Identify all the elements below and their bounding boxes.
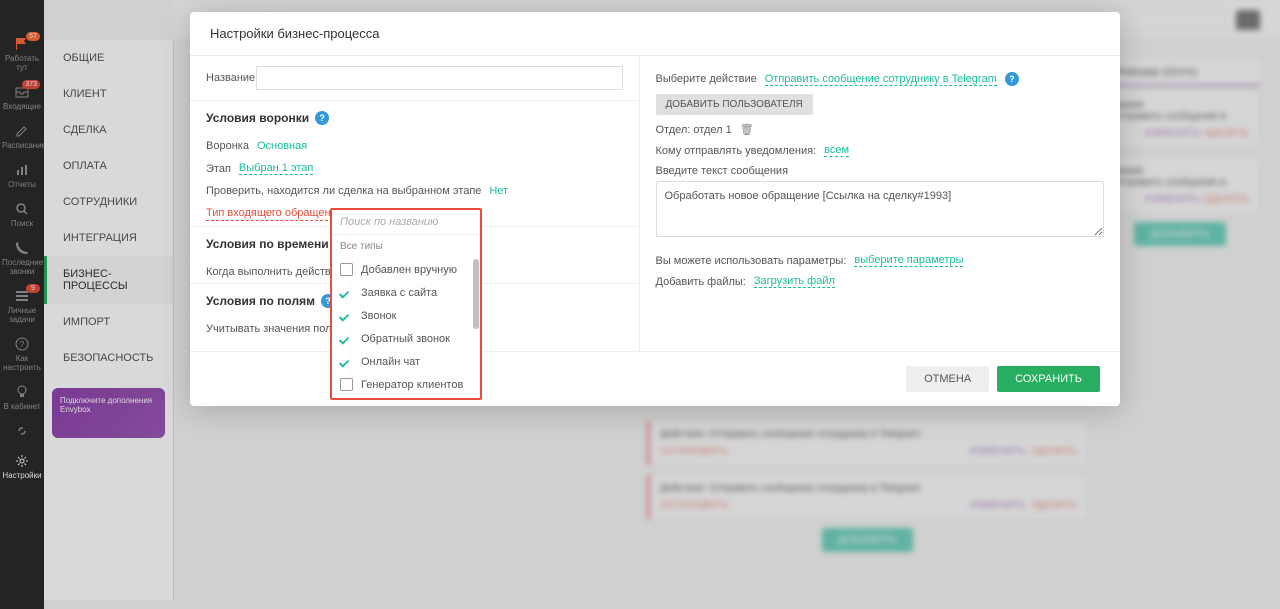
funnel-value[interactable]: Основная [257, 140, 307, 152]
params-label: Вы можете использовать параметры: [656, 255, 847, 267]
dropdown-item[interactable]: Квизы [332, 396, 480, 398]
msg-label: Введите текст сообщения [656, 165, 789, 177]
action-value[interactable]: Отправить сообщение сотруднику в Telegra… [765, 73, 997, 86]
name-input[interactable] [256, 66, 623, 90]
check-label: Проверить, находится ли сделка на выбран… [206, 185, 481, 197]
cancel-button[interactable]: ОТМЕНА [906, 366, 989, 392]
dropdown-item[interactable]: Обратный звонок [332, 327, 480, 350]
files-link[interactable]: Загрузить файл [754, 275, 835, 288]
checkmark-icon [340, 355, 353, 368]
who-label: Кому отправлять уведомления: [656, 145, 817, 157]
modal-right: Выберите действие Отправить сообщение со… [640, 56, 1121, 351]
type-dropdown: Все типы Добавлен вручную Заявка с сайта… [330, 208, 482, 400]
funnel-label: Воронка [206, 140, 249, 152]
funnel-section-header: Условия воронки ? [190, 101, 639, 135]
dept-label: Отдел: отдел 1 [656, 124, 732, 136]
stage-value[interactable]: Выбран 1 этап [239, 162, 313, 175]
who-value[interactable]: всем [824, 144, 849, 157]
dropdown-item[interactable]: Добавлен вручную [332, 258, 480, 281]
checkmark-icon [340, 309, 353, 322]
dropdown-item[interactable]: Генератор клиентов [332, 373, 480, 396]
add-user-button[interactable]: ДОБАВИТЬ ПОЛЬЗОВАТЕЛЯ [656, 94, 813, 115]
when-label: Когда выполнить действие [206, 266, 343, 278]
scrollbar[interactable] [473, 259, 479, 329]
checkbox-icon [340, 378, 353, 391]
modal-title: Настройки бизнес-процесса [190, 12, 1120, 56]
dropdown-list[interactable]: Добавлен вручную Заявка с сайта Звонок О… [332, 258, 480, 398]
checkbox-icon [340, 263, 353, 276]
dropdown-item[interactable]: Онлайн чат [332, 350, 480, 373]
stage-label: Этап [206, 163, 231, 175]
save-button[interactable]: СОХРАНИТЬ [997, 366, 1100, 392]
name-label: Название [206, 72, 256, 84]
checkmark-icon [340, 286, 353, 299]
dropdown-item[interactable]: Звонок [332, 304, 480, 327]
params-link[interactable]: выберите параметры [854, 254, 963, 267]
message-textarea[interactable] [656, 181, 1105, 237]
checkmark-icon [340, 332, 353, 345]
consider-label: Учитывать значения полей [206, 323, 344, 335]
dropdown-all-types[interactable]: Все типы [332, 235, 480, 258]
files-label: Добавить файлы: [656, 276, 746, 288]
action-label: Выберите действие [656, 73, 757, 85]
trash-icon[interactable]: 🗑 [740, 123, 754, 136]
dropdown-item[interactable]: Заявка с сайта [332, 281, 480, 304]
type-label: Тип входящего обращения [206, 207, 343, 221]
help-icon[interactable]: ? [315, 111, 329, 125]
help-icon[interactable]: ? [1005, 72, 1019, 86]
check-value[interactable]: Нет [489, 185, 508, 197]
dropdown-search-input[interactable] [332, 210, 480, 235]
